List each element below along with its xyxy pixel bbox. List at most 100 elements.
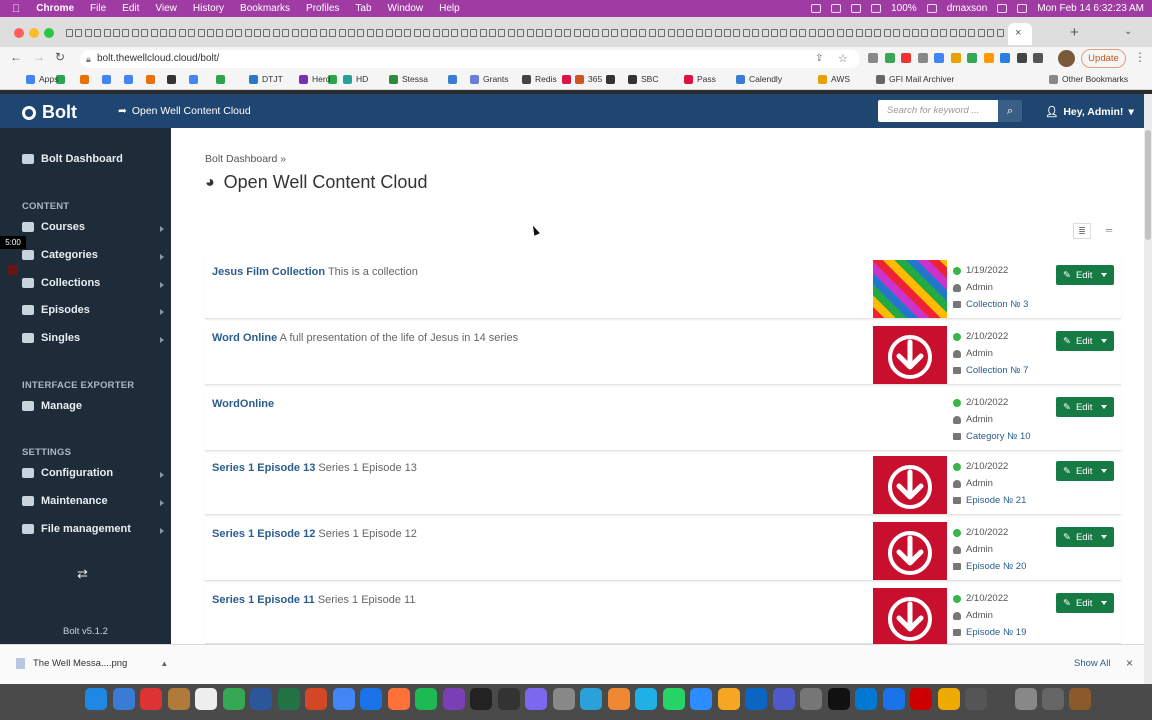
tab-favicon-icon[interactable]: [131, 29, 139, 37]
edit-button[interactable]: ✎ Edit: [1056, 397, 1114, 417]
tab-favicon-icon[interactable]: [489, 29, 496, 37]
tab-favicon-icon[interactable]: [977, 29, 985, 37]
record-content-type[interactable]: Category № 10: [953, 431, 1031, 442]
dock-app-icon[interactable]: [167, 688, 190, 710]
bookmark-item[interactable]: Herd: [299, 74, 330, 84]
dock-app-icon[interactable]: [525, 688, 547, 710]
status-icon[interactable]: [851, 4, 862, 13]
dock-app-icon[interactable]: [387, 688, 410, 710]
tab-favicon-icon[interactable]: [592, 29, 600, 37]
tab-favicon-icon[interactable]: [526, 29, 534, 37]
tab-favicon-icon[interactable]: [836, 29, 844, 37]
dock-app-icon[interactable]: [937, 688, 960, 710]
spotlight-icon[interactable]: [1017, 4, 1028, 13]
record-content-type[interactable]: Collection № 3: [953, 299, 1028, 310]
other-bookmarks[interactable]: Other Bookmarks: [1049, 74, 1128, 84]
tab-favicon-icon[interactable]: [423, 29, 431, 37]
bolt-logo[interactable]: Bolt: [22, 102, 77, 123]
status-icon[interactable]: [831, 4, 842, 13]
tab-favicon-icon[interactable]: [66, 29, 73, 37]
extension-icon[interactable]: [967, 53, 977, 63]
record-title-link[interactable]: Series 1 Episode 11: [212, 594, 315, 606]
new-tab-icon[interactable]: +: [1070, 24, 1079, 41]
tab-favicon-icon[interactable]: [94, 29, 102, 37]
tab-favicon-icon[interactable]: [216, 29, 224, 37]
tab-favicon-icon[interactable]: [460, 29, 468, 37]
record-stop-icon[interactable]: [8, 265, 18, 275]
tab-favicon-icon[interactable]: [705, 29, 713, 37]
bookmark-item[interactable]: Redis: [522, 74, 557, 84]
edit-button[interactable]: ✎ Edit: [1056, 527, 1114, 547]
extension-icon[interactable]: [868, 53, 878, 63]
breadcrumb[interactable]: Bolt Dashboard »: [205, 153, 286, 165]
dock-app-icon[interactable]: [717, 688, 740, 710]
dock-app-icon[interactable]: [470, 688, 492, 710]
chevron-right-icon[interactable]: [160, 500, 164, 506]
dock-app-icon[interactable]: [85, 688, 107, 710]
sidebar-item-dashboard[interactable]: Bolt Dashboard: [22, 153, 123, 165]
show-all-link[interactable]: Show All: [1074, 658, 1110, 669]
dock-app-icon[interactable]: [140, 688, 162, 710]
chevron-right-icon[interactable]: [160, 528, 164, 534]
tab-favicon-icon[interactable]: [601, 29, 609, 37]
status-icon[interactable]: [811, 4, 822, 13]
dock-app-icon[interactable]: [635, 688, 657, 710]
tab-favicon-icon[interactable]: [254, 29, 261, 37]
record-content-type[interactable]: Episode № 20: [953, 561, 1026, 572]
tab-favicon-icon[interactable]: [272, 29, 280, 37]
dock-app-icon[interactable]: [800, 688, 822, 710]
bookmark-icon[interactable]: [102, 75, 111, 84]
back-icon[interactable]: ←: [10, 50, 22, 64]
tab-favicon-icon[interactable]: [930, 29, 938, 37]
dock-app-icon[interactable]: [1015, 688, 1037, 710]
chevron-down-icon[interactable]: [1101, 601, 1108, 605]
search-input[interactable]: Search for keyword ...: [878, 100, 998, 122]
minimize-window-button[interactable]: [29, 28, 39, 38]
tab-favicon-icon[interactable]: [620, 29, 628, 37]
tab-favicon-icon[interactable]: [197, 29, 205, 37]
bookmark-item[interactable]: 365: [575, 74, 602, 84]
record-title-link[interactable]: WordOnline: [212, 398, 274, 410]
chevron-right-icon[interactable]: [160, 282, 164, 288]
chevron-up-icon[interactable]: ▲: [160, 659, 168, 668]
tab-favicon-icon[interactable]: [808, 29, 816, 37]
extension-icon[interactable]: [983, 53, 994, 63]
sidebar-item-configuration[interactable]: Configuration: [22, 467, 113, 479]
dock-app-icon[interactable]: [305, 688, 327, 710]
bookmark-item[interactable]: Stessa: [389, 74, 428, 84]
dock-app-icon[interactable]: [910, 688, 932, 710]
dock-app-icon[interactable]: [1042, 688, 1064, 710]
sidebar-item-manage[interactable]: Manage: [22, 400, 82, 412]
menu-user-name[interactable]: dmaxson: [947, 3, 988, 14]
share-icon[interactable]: ⇪: [815, 50, 823, 68]
tab-favicon-icon[interactable]: [893, 29, 901, 37]
extension-icon[interactable]: [1033, 53, 1043, 63]
tab-favicon-icon[interactable]: [912, 29, 919, 37]
bookmark-item[interactable]: Grants: [470, 74, 509, 84]
record-title-link[interactable]: Series 1 Episode 12: [212, 528, 315, 540]
search-button[interactable]: ⌕: [998, 100, 1022, 122]
tab-favicon-icon[interactable]: [150, 29, 158, 37]
tab-favicon-icon[interactable]: [141, 29, 149, 37]
lock-icon[interactable]: 🔒︎: [86, 50, 91, 68]
menu-bookmarks[interactable]: Bookmarks: [232, 3, 298, 14]
reload-icon[interactable]: ↻: [55, 50, 65, 64]
close-window-button[interactable]: [14, 28, 24, 38]
tab-favicon-icon[interactable]: [545, 29, 553, 37]
tab-search-icon[interactable]: ⌄: [1124, 26, 1132, 37]
tab-favicon-icon[interactable]: [517, 29, 525, 37]
tab-favicon-icon[interactable]: [780, 29, 788, 37]
tab-favicon-icon[interactable]: [244, 29, 252, 37]
bookmark-icon[interactable]: [167, 75, 176, 84]
record-title-link[interactable]: Series 1 Episode 13: [212, 462, 315, 474]
record-title-link[interactable]: Jesus Film Collection: [212, 266, 325, 278]
dock-app-icon[interactable]: [497, 688, 520, 710]
record-type-link[interactable]: Episode № 21: [966, 495, 1026, 506]
tab-favicon-icon[interactable]: [301, 29, 308, 37]
record-type-link[interactable]: Episode № 19: [966, 627, 1026, 638]
sidebar-item-collections[interactable]: Collections: [22, 277, 100, 289]
forward-icon[interactable]: →: [33, 50, 45, 64]
tab-favicon-icon[interactable]: [160, 29, 167, 37]
tab-favicon-icon[interactable]: [169, 29, 177, 37]
user-menu[interactable]: 👤︎ Hey, Admin! ▾: [1045, 105, 1134, 119]
